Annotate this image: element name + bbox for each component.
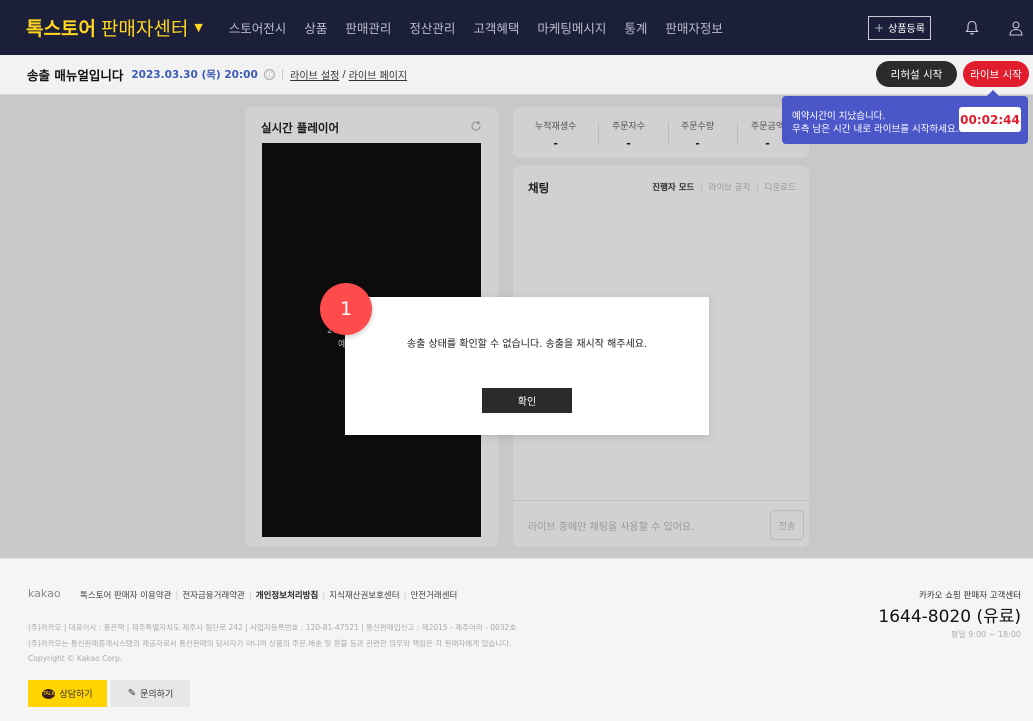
- divider: |: [403, 591, 407, 601]
- tooltip-line-2: 우측 남은 시간 내로 라이브를 시작하세요.: [792, 124, 959, 135]
- tooltip-line-1: 예약시간이 지났습니다.: [792, 111, 886, 122]
- menu-item-store-display[interactable]: 스토어전시: [229, 18, 287, 37]
- kakao-logo: kakao: [28, 587, 61, 600]
- brand-main: 톡스토어: [26, 18, 96, 40]
- brand-sub: 판매자센터: [100, 18, 189, 40]
- footer-link-safe-trade[interactable]: 안전거래센터: [410, 591, 457, 601]
- main-menu: 스토어전시 상품 판매관리 정산관리 고객혜택 마케팅메시지 통계 판매자정보: [229, 18, 741, 37]
- menu-item-settlement[interactable]: 정산관리: [409, 18, 455, 37]
- footer-link-ip-center[interactable]: 지식재산권보호센터: [329, 591, 399, 601]
- reservation-tooltip: 예약시간이 지났습니다. 우측 남은 시간 내로 라이브를 시작하세요. 00:…: [782, 90, 1028, 144]
- page-title: 송출 매뉴얼입니다: [27, 68, 124, 83]
- brand-logo[interactable]: 톡스토어 판매자센터 ▼: [26, 14, 203, 41]
- footer: kakao 톡스토어 판매자 이용약관 | 전자금융거래약관 | 개인정보처리방침 | 지식…: [0, 558, 1033, 721]
- divider: |: [280, 69, 285, 80]
- cs-phone: 1644-8020 (유료): [878, 607, 1021, 627]
- consult-label: 상담하기: [59, 690, 93, 700]
- footer-link-privacy[interactable]: 개인정보처리방침: [256, 591, 319, 601]
- register-label: 상품등록: [888, 24, 925, 35]
- live-page-link[interactable]: 라이브 페이지: [349, 67, 407, 82]
- disclaimer: (주)카카오는 통신판매중개시스템의 제공자로서 통신판매의 당사자가 아니며 …: [28, 639, 512, 648]
- dialog-message: 송출 상태를 확인할 수 없습니다. 송출을 재시작 해주세요.: [406, 339, 648, 350]
- tooltip-arrow: [987, 90, 999, 96]
- register-product-button[interactable]: + 상품등록: [868, 15, 931, 40]
- chevron-down-icon[interactable]: ▼: [194, 21, 202, 34]
- plus-icon: +: [874, 20, 885, 35]
- menu-item-seller-info[interactable]: 판매자정보: [665, 18, 723, 37]
- start-rehearsal-button[interactable]: 리허설 시작: [876, 61, 957, 87]
- divider: |: [175, 591, 179, 601]
- info-icon[interactable]: ⓘ: [263, 69, 275, 80]
- menu-item-benefits[interactable]: 고객혜택: [473, 18, 519, 37]
- divider: |: [322, 591, 326, 601]
- inquiry-label: 문의하기: [140, 690, 174, 700]
- menu-item-sales[interactable]: 판매관리: [345, 18, 391, 37]
- slash-separator: /: [342, 69, 346, 80]
- divider: |: [248, 591, 252, 601]
- pencil-icon: ✎: [127, 688, 137, 699]
- footer-links: 톡스토어 판매자 이용약관 | 전자금융거래약관 | 개인정보처리방침 | 지식재산권보호센…: [80, 589, 457, 601]
- confirm-button[interactable]: 확인: [482, 388, 572, 413]
- live-date: 2023.03.30 (목) 20:00: [131, 69, 258, 81]
- menu-item-stats[interactable]: 통계: [624, 18, 647, 37]
- company-info: (주)카카오 | 대표이사 : 홍은택 | 제주특별자치도 제주시 첨단로 24…: [28, 623, 517, 632]
- nav-right: + 상품등록: [868, 0, 1025, 55]
- user-icon[interactable]: [1007, 19, 1025, 37]
- cs-center-name: 카카오 쇼핑 판매자 고객센터: [919, 591, 1021, 601]
- live-settings-link[interactable]: 라이브 설정: [290, 67, 339, 82]
- footer-link-seller-terms[interactable]: 톡스토어 판매자 이용약관: [80, 591, 171, 601]
- footer-link-efinance-terms[interactable]: 전자금융거래약관: [182, 591, 245, 601]
- top-nav: 톡스토어 판매자센터 ▼ 스토어전시 상품 판매관리 정산관리 고객혜택 마케팅…: [0, 0, 1033, 55]
- countdown-timer: 00:02:44: [959, 107, 1021, 132]
- consult-button[interactable]: TALK 상담하기: [28, 680, 107, 707]
- alert-dialog: 송출 상태를 확인할 수 없습니다. 송출을 재시작 해주세요. 확인: [345, 297, 709, 435]
- start-live-button[interactable]: 라이브 시작: [963, 61, 1029, 87]
- kakaotalk-icon: TALK: [42, 688, 56, 699]
- copyright: Copyright © Kakao Corp.: [28, 654, 123, 663]
- inquiry-button[interactable]: ✎ 문의하기: [111, 680, 190, 707]
- step-badge: 1: [320, 283, 372, 335]
- menu-item-marketing[interactable]: 마케팅메시지: [537, 18, 606, 37]
- menu-item-products[interactable]: 상품: [304, 18, 327, 37]
- cs-hours: 평일 9:00 ~ 18:00: [950, 630, 1021, 639]
- bell-icon[interactable]: [963, 19, 981, 37]
- live-subheader: 송출 매뉴얼입니다 2023.03.30 (목) 20:00 ⓘ | 라이브 설…: [0, 55, 1033, 95]
